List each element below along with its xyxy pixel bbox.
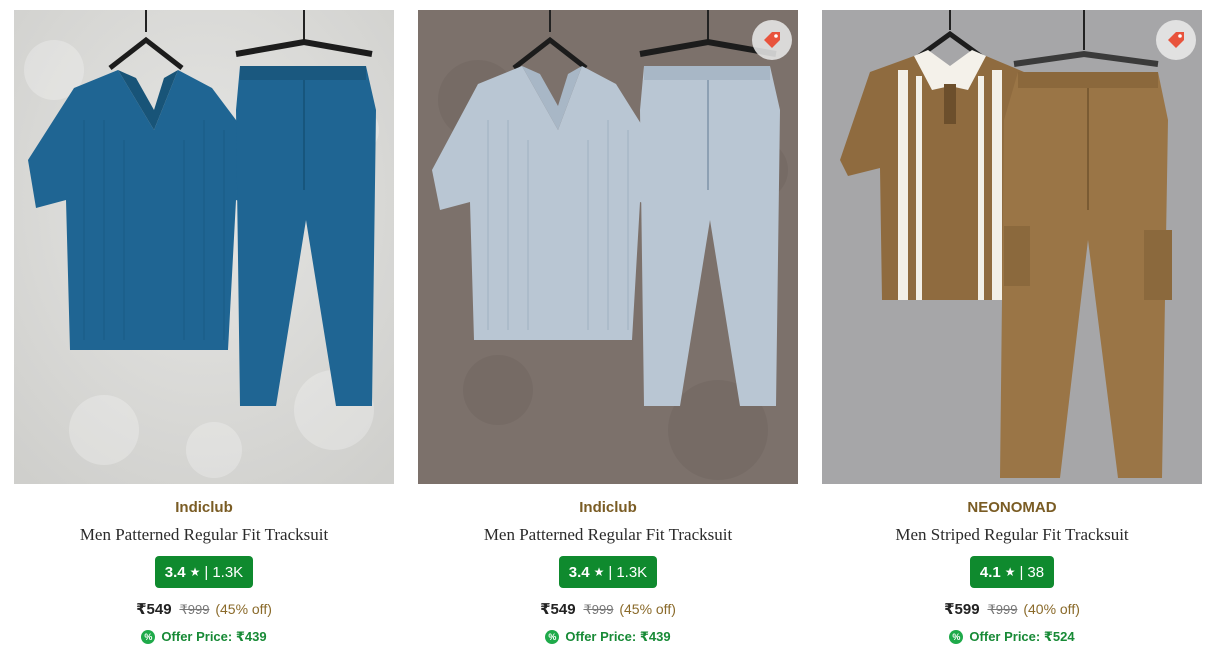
star-icon: ★	[189, 565, 201, 579]
product-title[interactable]: Men Patterned Regular Fit Tracksuit	[14, 525, 394, 545]
rating-badge[interactable]: 4.1 ★ | 38	[969, 556, 1055, 588]
rating-separator: |	[608, 563, 613, 581]
price-current: ₹549	[540, 601, 576, 618]
offer-price-row: % Offer Price: ₹439	[418, 628, 798, 646]
rating-value: 4.1	[979, 563, 1001, 581]
product-brand[interactable]: Indiclub	[418, 499, 798, 517]
product-brand[interactable]: NEONOMAD	[822, 499, 1202, 517]
price-tag-icon	[1168, 32, 1184, 48]
product-title[interactable]: Men Patterned Regular Fit Tracksuit	[418, 525, 798, 545]
offer-price-text: Offer Price: ₹439	[565, 629, 671, 644]
price-row: ₹599 ₹999 (40% off)	[822, 600, 1202, 618]
product-brand[interactable]: Indiclub	[14, 499, 394, 517]
product-photo	[418, 10, 798, 484]
price-mrp: ₹999	[179, 602, 210, 617]
rating-row: 3.4 ★ | 1.3K	[418, 556, 798, 588]
product-image[interactable]	[418, 10, 798, 484]
rating-badge[interactable]: 3.4 ★ | 1.3K	[558, 556, 658, 588]
product-info: Indiclub Men Patterned Regular Fit Track…	[418, 484, 798, 646]
offer-price-row: % Offer Price: ₹439	[14, 628, 394, 646]
rating-badge[interactable]: 3.4 ★ | 1.3K	[154, 556, 254, 588]
product-photo	[822, 10, 1202, 484]
rating-row: 3.4 ★ | 1.3K	[14, 556, 394, 588]
price-row: ₹549 ₹999 (45% off)	[418, 600, 798, 618]
offer-price-row: % Offer Price: ₹524	[822, 628, 1202, 646]
offer-price-text: Offer Price: ₹439	[161, 629, 267, 644]
tag-badge[interactable]	[752, 20, 792, 60]
product-photo	[14, 10, 394, 484]
price-mrp: ₹999	[987, 602, 1018, 617]
star-icon: ★	[1004, 565, 1016, 579]
rating-count: 1.3K	[212, 563, 244, 581]
tag-badge[interactable]	[1156, 20, 1196, 60]
percent-offer-icon: %	[949, 630, 964, 644]
price-discount: (40% off)	[1023, 601, 1080, 617]
percent-offer-icon: %	[545, 630, 560, 644]
price-tag-icon	[764, 32, 780, 48]
rating-count: 38	[1027, 563, 1045, 581]
offer-price-text: Offer Price: ₹524	[969, 629, 1075, 644]
price-current: ₹599	[944, 601, 980, 618]
price-discount: (45% off)	[215, 601, 272, 617]
product-info: Indiclub Men Patterned Regular Fit Track…	[14, 484, 394, 646]
rating-value: 3.4	[568, 563, 590, 581]
rating-separator: |	[204, 563, 209, 581]
price-row: ₹549 ₹999 (45% off)	[14, 600, 394, 618]
percent-offer-icon: %	[141, 630, 156, 644]
product-card[interactable]: Indiclub Men Patterned Regular Fit Track…	[418, 10, 798, 650]
product-image[interactable]	[822, 10, 1202, 484]
price-current: ₹549	[136, 601, 172, 618]
rating-count: 1.3K	[616, 563, 648, 581]
price-mrp: ₹999	[583, 602, 614, 617]
product-card[interactable]: NEONOMAD Men Striped Regular Fit Tracksu…	[822, 10, 1202, 650]
product-image[interactable]	[14, 10, 394, 484]
product-card[interactable]: Indiclub Men Patterned Regular Fit Track…	[14, 10, 394, 650]
price-discount: (45% off)	[619, 601, 676, 617]
product-info: NEONOMAD Men Striped Regular Fit Tracksu…	[822, 484, 1202, 646]
rating-row: 4.1 ★ | 38	[822, 556, 1202, 588]
rating-value: 3.4	[164, 563, 186, 581]
star-icon: ★	[593, 565, 605, 579]
product-grid: Indiclub Men Patterned Regular Fit Track…	[0, 0, 1208, 652]
product-title[interactable]: Men Striped Regular Fit Tracksuit	[822, 525, 1202, 545]
rating-separator: |	[1019, 563, 1024, 581]
